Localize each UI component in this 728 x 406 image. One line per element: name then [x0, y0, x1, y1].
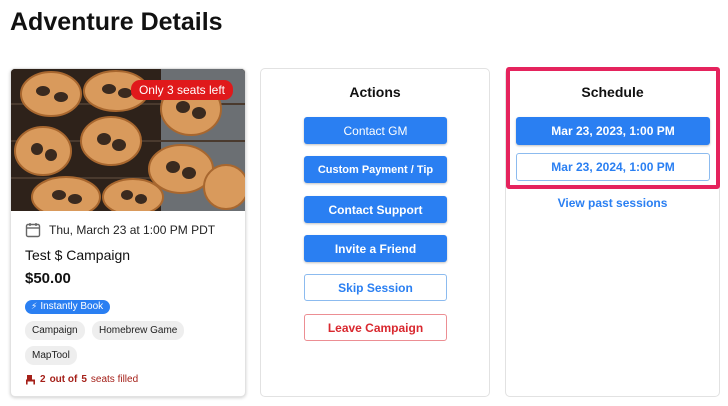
seats-current: 2	[40, 374, 46, 385]
tag-campaign: Campaign	[25, 321, 85, 340]
seats-filled: 2 out of 5 seats filled	[25, 374, 138, 385]
calendar-icon	[25, 222, 41, 238]
session-button-selected[interactable]: Mar 23, 2023, 1:00 PM	[516, 117, 710, 145]
invite-friend-button[interactable]: Invite a Friend	[304, 235, 447, 262]
schedule-title: Schedule	[581, 84, 644, 100]
price: $50.00	[25, 270, 71, 287]
session-date: Thu, March 23 at 1:00 PM PDT	[49, 223, 216, 237]
chair-icon	[25, 374, 36, 385]
contact-gm-button[interactable]: Contact GM	[304, 117, 447, 144]
tag-maptool: MapTool	[25, 346, 77, 365]
campaign-name: Test $ Campaign	[25, 247, 131, 263]
adventure-card: Only 3 seats left Thu, March 23 at 1:00 …	[10, 68, 246, 397]
schedule-card: Schedule Mar 23, 2023, 1:00 PM Mar 23, 2…	[505, 68, 720, 397]
actions-card: Actions Contact GM Custom Payment / Tip …	[260, 68, 490, 397]
page-title: Adventure Details	[10, 8, 223, 36]
actions-title: Actions	[349, 84, 401, 100]
instant-book-chip: ⚡ Instantly Book	[25, 300, 111, 314]
seats-left-badge: Only 3 seats left	[130, 80, 233, 100]
leave-campaign-button[interactable]: Leave Campaign	[304, 314, 447, 341]
seats-out-of: out of	[49, 374, 78, 385]
tag-homebrew-game: Homebrew Game	[92, 321, 185, 340]
bolt-icon: ⚡	[31, 301, 38, 311]
session-date-row: Thu, March 23 at 1:00 PM PDT	[25, 222, 215, 238]
instant-book-label: Instantly Book	[40, 301, 104, 312]
seats-total: 5	[81, 374, 87, 385]
contact-support-button[interactable]: Contact Support	[304, 196, 447, 223]
view-past-sessions-link[interactable]: View past sessions	[506, 196, 719, 210]
skip-session-button[interactable]: Skip Session	[304, 274, 447, 301]
seats-suffix: seats filled	[90, 374, 139, 385]
session-button[interactable]: Mar 23, 2024, 1:00 PM	[516, 153, 710, 181]
custom-payment-button[interactable]: Custom Payment / Tip	[304, 156, 447, 183]
